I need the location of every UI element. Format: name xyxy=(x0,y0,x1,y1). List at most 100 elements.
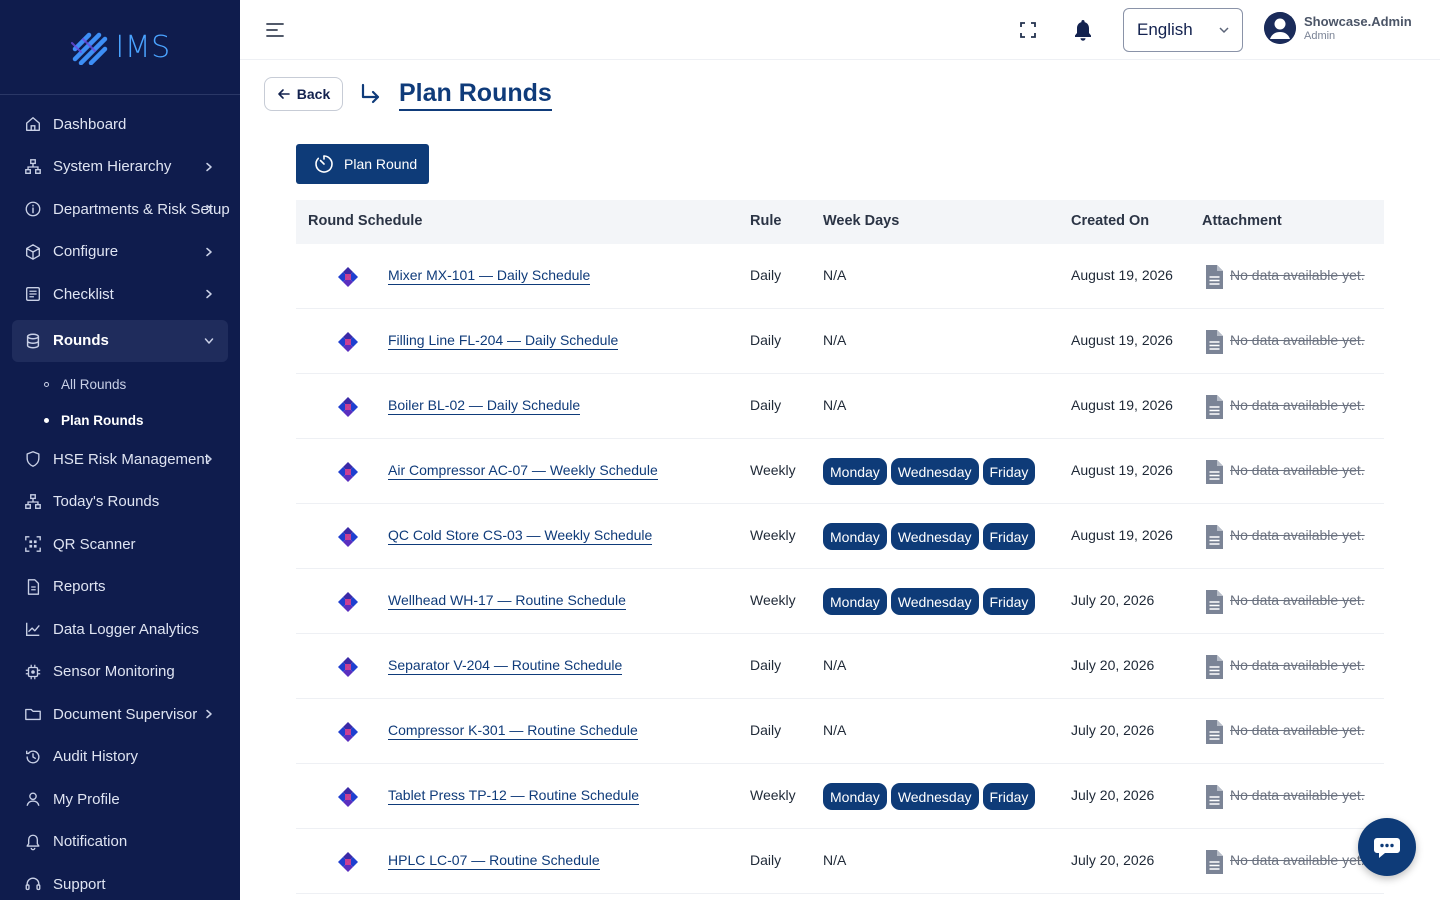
round-schedule-link[interactable]: Filling Line FL-204 — Daily Schedule xyxy=(388,332,619,350)
sidebar-item-dashboard[interactable]: Dashboard xyxy=(0,103,240,146)
round-schedule-link[interactable]: Boiler BL-02 — Daily Schedule xyxy=(388,397,581,415)
week-days-cell: Monday Wednesday Friday xyxy=(823,458,1036,485)
sidebar-item-document-supervisor[interactable]: Document Supervisor xyxy=(0,693,240,736)
week-days-cell: N/A xyxy=(823,332,847,348)
rule-cell: Daily xyxy=(750,332,782,348)
chat-button[interactable] xyxy=(1358,818,1416,876)
home-icon xyxy=(26,117,40,132)
column-header-rule[interactable]: Rule xyxy=(750,213,781,229)
sidebar-item-checklist[interactable]: Checklist xyxy=(0,273,240,316)
attachment-empty-text: No data available yet. xyxy=(1230,267,1365,283)
created-on-cell: August 19, 2026 xyxy=(1071,332,1173,348)
created-on-cell: August 19, 2026 xyxy=(1071,397,1173,413)
notification-bell-icon[interactable] xyxy=(1071,18,1095,42)
sidebar-item-label: Checklist xyxy=(53,285,114,303)
sidebar-item-today-s-rounds[interactable]: Today's Rounds xyxy=(0,481,240,524)
sidebar-subitem-all-rounds[interactable]: All Rounds xyxy=(0,366,240,402)
created-on-cell: July 20, 2026 xyxy=(1071,722,1155,738)
document-icon xyxy=(1206,785,1223,809)
rule-cell: Daily xyxy=(750,397,782,413)
back-button[interactable]: Back xyxy=(264,77,343,111)
attachment-empty-text: No data available yet. xyxy=(1230,852,1365,868)
week-days-cell: Monday Wednesday Friday xyxy=(823,588,1036,615)
sidebar-subitem-label: Plan Rounds xyxy=(61,412,144,428)
table-header: Round Schedule Rule Week Days Created On… xyxy=(296,200,1384,244)
ims-logo-icon xyxy=(71,32,108,65)
sidebar-item-data-logger-analytics[interactable]: Data Logger Analytics xyxy=(0,608,240,651)
column-header-attachment[interactable]: Attachment xyxy=(1202,213,1282,229)
sidebar-item-configure[interactable]: Configure xyxy=(0,231,240,274)
column-header-round-schedule[interactable]: Round Schedule xyxy=(308,213,422,229)
sidebar-item-audit-history[interactable]: Audit History xyxy=(0,736,240,779)
attachment-empty-text: No data available yet. xyxy=(1230,592,1365,608)
sidebar-subitem-label: All Rounds xyxy=(61,376,127,392)
hamburger-menu-icon[interactable] xyxy=(265,20,285,40)
fullscreen-icon[interactable] xyxy=(1018,20,1038,40)
user-menu[interactable]: Showcase.Admin Admin xyxy=(1264,12,1412,44)
round-logo-icon xyxy=(338,527,358,547)
sidebar-item-reports[interactable]: Reports xyxy=(0,566,240,609)
language-select[interactable]: English xyxy=(1123,8,1243,52)
column-header-created-on[interactable]: Created On xyxy=(1071,213,1149,229)
chevron-right-icon xyxy=(206,455,212,464)
round-schedule-link[interactable]: Tablet Press TP-12 — Routine Schedule xyxy=(388,787,640,805)
sidebar-item-label: Audit History xyxy=(53,748,139,766)
sidebar-item-system-hierarchy[interactable]: System Hierarchy xyxy=(0,146,240,189)
checklist-icon xyxy=(26,287,40,302)
round-schedule-link[interactable]: HPLC LC-07 — Routine Schedule xyxy=(388,852,600,870)
sidebar-item-sensor-monitoring[interactable]: Sensor Monitoring xyxy=(0,651,240,694)
chevron-right-icon xyxy=(206,205,212,214)
history-icon xyxy=(26,750,40,764)
table-row: Filling Line FL-204 — Daily Schedule Dail… xyxy=(296,309,1384,374)
round-schedule-link[interactable]: Separator V-204 — Routine Schedule xyxy=(388,657,623,675)
week-days-cell: Monday Wednesday Friday xyxy=(823,523,1036,550)
database-icon xyxy=(26,333,40,349)
sidebar-nav: Dashboard System Hierarchy Departments & R… xyxy=(0,95,240,900)
sidebar-item-support[interactable]: Support xyxy=(0,863,240,900)
week-days-cell: N/A xyxy=(823,852,847,868)
document-icon xyxy=(1206,265,1223,289)
table-row: Mixer MX-101 — Daily Schedule Daily N/A Aug… xyxy=(296,244,1384,309)
round-logo-icon xyxy=(338,852,358,872)
sidebar-subitem-plan-rounds[interactable]: Plan Rounds xyxy=(0,402,240,438)
round-schedule-link[interactable]: Wellhead WH-17 — Routine Schedule xyxy=(388,592,626,610)
round-schedule-link[interactable]: Air Compressor AC-07 — Weekly Schedule xyxy=(388,462,658,480)
user-icon xyxy=(26,792,40,807)
round-schedule-link[interactable]: Mixer MX-101 — Daily Schedule xyxy=(388,267,591,285)
created-on-cell: July 20, 2026 xyxy=(1071,852,1155,868)
document-icon xyxy=(1206,590,1223,614)
attachment-empty-text: No data available yet. xyxy=(1230,527,1365,543)
sidebar-item-hse-risk-management[interactable]: HSE Risk Management xyxy=(0,438,240,481)
sidebar-item-notification[interactable]: Notification xyxy=(0,821,240,864)
plan-round-button[interactable]: Plan Round xyxy=(296,144,429,184)
weekday-badge: Friday xyxy=(982,523,1036,550)
plan-round-button-label: Plan Round xyxy=(344,156,418,172)
week-days-cell: N/A xyxy=(823,722,847,738)
headset-icon xyxy=(25,877,41,891)
chat-bubble-icon xyxy=(1374,838,1400,858)
created-on-cell: August 19, 2026 xyxy=(1071,267,1173,283)
sidebar-item-departments-risk-setup[interactable]: Departments & Risk Setup xyxy=(0,188,240,231)
rule-cell: Daily xyxy=(750,852,782,868)
document-icon xyxy=(1206,720,1223,744)
table-body: Mixer MX-101 — Daily Schedule Daily N/A Aug… xyxy=(296,244,1384,894)
attachment-empty-text: No data available yet. xyxy=(1230,657,1365,673)
round-schedule-link[interactable]: Compressor K-301 — Routine Schedule xyxy=(388,722,638,740)
weekday-badge: Friday xyxy=(982,458,1036,485)
chevron-right-icon xyxy=(206,247,212,256)
table-row: Air Compressor AC-07 — Weekly Schedule We… xyxy=(296,439,1384,504)
created-on-cell: August 19, 2026 xyxy=(1071,527,1173,543)
sidebar-item-qr-scanner[interactable]: QR Scanner xyxy=(0,523,240,566)
plan-rounds-table: Round Schedule Rule Week Days Created On… xyxy=(296,200,1384,894)
sidebar-item-rounds[interactable]: Rounds xyxy=(12,319,228,362)
column-header-week-days[interactable]: Week Days xyxy=(823,213,899,229)
round-schedule-link[interactable]: QC Cold Store CS-03 — Weekly Schedule xyxy=(388,527,653,545)
sidebar-item-label: QR Scanner xyxy=(53,535,136,553)
attachment-empty-text: No data available yet. xyxy=(1230,397,1365,413)
sidebar-item-label: System Hierarchy xyxy=(53,158,172,176)
brand-logo[interactable]: IMS xyxy=(0,0,240,95)
round-logo-icon xyxy=(338,332,358,352)
sidebar-item-my-profile[interactable]: My Profile xyxy=(0,778,240,821)
sidebar-item-label: Notification xyxy=(53,833,128,851)
shield-icon xyxy=(26,451,40,468)
